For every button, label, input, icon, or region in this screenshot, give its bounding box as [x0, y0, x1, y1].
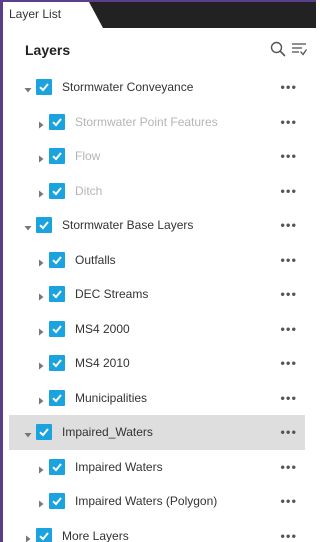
check-icon [52, 187, 62, 196]
check-icon [39, 83, 49, 92]
more-options-icon[interactable]: ••• [280, 495, 297, 508]
layer-row[interactable]: Stormwater Conveyance ••• [9, 70, 305, 105]
caret-down-icon[interactable] [23, 427, 33, 438]
layer-label: Impaired Waters [75, 459, 163, 474]
layer-list-panel: Layers Stormwater Conveyance ••• Stormwate… [9, 28, 316, 542]
layer-label: Stormwater Point Features [75, 114, 218, 129]
check-icon [52, 394, 62, 403]
panel-header: Layers [9, 28, 316, 70]
layer-label: MS4 2010 [75, 356, 130, 371]
search-icon[interactable] [269, 40, 287, 58]
layer-visibility-checkbox[interactable] [36, 79, 52, 96]
layer-label: Flow [75, 149, 101, 164]
check-icon [52, 463, 62, 472]
layer-visibility-checkbox[interactable] [36, 527, 52, 542]
layer-row[interactable]: DEC Streams ••• [9, 277, 305, 312]
check-icon [52, 118, 62, 127]
caret-right-icon[interactable] [36, 186, 46, 198]
layer-label: Stormwater Conveyance [62, 80, 194, 95]
more-options-icon[interactable]: ••• [280, 219, 297, 232]
layer-row[interactable]: More Layers ••• [9, 519, 305, 542]
caret-right-icon[interactable] [23, 531, 33, 542]
layer-list-widget: Layer List Layers Stormwater Conveyance •… [0, 0, 316, 542]
more-options-icon[interactable]: ••• [280, 253, 297, 266]
layer-label: More Layers [62, 528, 129, 542]
caret-down-icon[interactable] [23, 82, 33, 93]
layer-row[interactable]: Stormwater Point Features ••• [9, 105, 305, 140]
check-icon [52, 152, 62, 161]
layer-row[interactable]: Stormwater Base Layers ••• [9, 208, 305, 243]
caret-down-icon[interactable] [23, 220, 33, 231]
caret-right-icon[interactable] [36, 462, 46, 474]
layer-tree: Stormwater Conveyance ••• Stormwater Point… [9, 70, 316, 542]
more-options-icon[interactable]: ••• [280, 460, 297, 473]
tab-layer-list[interactable]: Layer List [3, 2, 103, 28]
layer-visibility-checkbox[interactable] [49, 389, 65, 406]
check-icon [39, 221, 49, 230]
caret-right-icon[interactable] [36, 151, 46, 163]
more-options-icon[interactable]: ••• [280, 115, 297, 128]
layer-label: Impaired_Waters [62, 425, 153, 440]
layer-visibility-checkbox[interactable] [36, 217, 52, 234]
check-icon [52, 497, 62, 506]
check-icon [52, 359, 62, 368]
layer-label: Ditch [75, 183, 103, 198]
layer-row[interactable]: MS4 2000 ••• [9, 312, 305, 347]
check-icon [39, 428, 49, 437]
layer-row[interactable]: Flow ••• [9, 139, 305, 174]
layer-row[interactable]: Municipalities ••• [9, 381, 305, 416]
caret-right-icon[interactable] [36, 255, 46, 267]
layer-visibility-checkbox[interactable] [36, 424, 52, 441]
layer-visibility-checkbox[interactable] [49, 182, 65, 199]
check-icon [52, 256, 62, 265]
check-icon [52, 325, 62, 334]
caret-right-icon[interactable] [36, 496, 46, 508]
check-icon [52, 290, 62, 299]
layer-label: MS4 2000 [75, 321, 130, 336]
more-options-icon[interactable]: ••• [280, 81, 297, 94]
more-options-icon[interactable]: ••• [280, 357, 297, 370]
layer-row[interactable]: Impaired Waters ••• [9, 450, 305, 485]
layer-label: Municipalities [75, 390, 148, 405]
layer-visibility-checkbox[interactable] [49, 493, 65, 510]
more-options-icon[interactable]: ••• [280, 288, 297, 301]
caret-right-icon[interactable] [36, 289, 46, 301]
layer-row[interactable]: MS4 2010 ••• [9, 346, 305, 381]
more-options-icon[interactable]: ••• [280, 426, 297, 439]
layer-label: Outfalls [75, 252, 116, 267]
more-options-icon[interactable]: ••• [280, 529, 297, 542]
layer-row[interactable]: Ditch ••• [9, 174, 305, 209]
layer-visibility-checkbox[interactable] [49, 458, 65, 475]
more-options-icon[interactable]: ••• [280, 184, 297, 197]
layer-visibility-checkbox[interactable] [49, 148, 65, 165]
caret-right-icon[interactable] [36, 393, 46, 405]
layer-visibility-checkbox[interactable] [49, 355, 65, 372]
caret-right-icon[interactable] [36, 358, 46, 370]
more-options-icon[interactable]: ••• [280, 391, 297, 404]
caret-right-icon[interactable] [36, 117, 46, 129]
layer-visibility-checkbox[interactable] [49, 113, 65, 130]
layer-visibility-checkbox[interactable] [49, 320, 65, 337]
panel-title: Layers [25, 42, 71, 58]
filter-list-icon[interactable] [290, 40, 308, 58]
layer-row[interactable]: Impaired Waters (Polygon) ••• [9, 484, 305, 519]
layer-label: Impaired Waters (Polygon) [75, 494, 218, 509]
layer-visibility-checkbox[interactable] [49, 251, 65, 268]
caret-right-icon[interactable] [36, 324, 46, 336]
tab-bar: Layer List [3, 2, 316, 28]
layer-row[interactable]: Impaired_Waters ••• [9, 415, 305, 450]
layer-visibility-checkbox[interactable] [49, 286, 65, 303]
layer-label: DEC Streams [75, 287, 149, 302]
layer-row[interactable]: Outfalls ••• [9, 243, 305, 278]
layer-label: Stormwater Base Layers [62, 218, 194, 233]
more-options-icon[interactable]: ••• [280, 150, 297, 163]
check-icon [39, 532, 49, 541]
more-options-icon[interactable]: ••• [280, 322, 297, 335]
